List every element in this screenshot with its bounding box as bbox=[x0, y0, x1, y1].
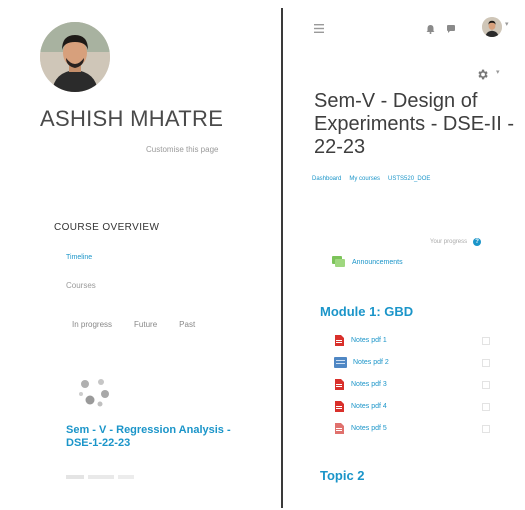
chat-icon[interactable] bbox=[446, 21, 456, 39]
profile-avatar[interactable] bbox=[40, 22, 110, 92]
pdf-icon bbox=[335, 379, 344, 390]
course-card-title[interactable]: Sem - V - Regression Analysis - DSE-1-22… bbox=[66, 424, 236, 450]
resource-item[interactable]: Notes pdf 1 bbox=[334, 335, 490, 346]
resource-label: Notes pdf 3 bbox=[351, 381, 387, 388]
resource-label: Notes pdf 1 bbox=[351, 337, 387, 344]
announcements-link[interactable]: Announcements bbox=[332, 256, 403, 268]
completion-checkbox[interactable] bbox=[482, 336, 490, 345]
announcements-label: Announcements bbox=[352, 258, 403, 266]
pdf-icon bbox=[335, 335, 344, 346]
completion-checkbox[interactable] bbox=[482, 424, 490, 433]
courses-label: Courses bbox=[66, 281, 96, 290]
resource-item[interactable]: Notes pdf 4 bbox=[334, 401, 490, 412]
customise-page-button[interactable]: Customise this page bbox=[146, 145, 218, 154]
progress-label: Your progress bbox=[430, 239, 468, 245]
bell-icon[interactable] bbox=[426, 21, 435, 39]
user-avatar[interactable] bbox=[482, 17, 502, 37]
resource-label: Notes pdf 5 bbox=[351, 425, 387, 432]
file-icon bbox=[334, 357, 347, 368]
pdf-icon bbox=[335, 423, 344, 434]
section-title[interactable]: Topic 2 bbox=[320, 468, 365, 483]
completion-checkbox[interactable] bbox=[482, 380, 490, 389]
tab-future[interactable]: Future bbox=[126, 316, 165, 333]
dashboard-panel: ASHISH MHATRE Customise this page COURSE… bbox=[0, 0, 278, 510]
course-image-icon[interactable] bbox=[76, 374, 112, 410]
help-icon[interactable]: ? bbox=[473, 238, 482, 246]
completion-checkbox[interactable] bbox=[482, 402, 490, 411]
resource-item[interactable]: Notes pdf 2 bbox=[334, 357, 490, 368]
tab-past[interactable]: Past bbox=[171, 316, 203, 333]
course-overview-heading: COURSE OVERVIEW bbox=[54, 222, 160, 233]
breadcrumb-item[interactable]: Dashboard bbox=[312, 176, 341, 182]
course-panel: ▾ ▾ Sem-V - Design of Experiments - DSE-… bbox=[286, 0, 525, 510]
pdf-icon bbox=[335, 401, 344, 412]
forum-icon bbox=[332, 256, 345, 267]
person-photo-icon bbox=[482, 17, 502, 37]
tab-in-progress[interactable]: In progress bbox=[64, 316, 120, 333]
profile-name: ASHISH MHATRE bbox=[40, 106, 224, 131]
completion-checkbox[interactable] bbox=[482, 358, 490, 367]
chevron-down-icon[interactable]: ▾ bbox=[496, 68, 500, 76]
progress-indicator: Your progress ? bbox=[430, 238, 482, 246]
resource-label: Notes pdf 4 bbox=[351, 403, 387, 410]
resource-item[interactable]: Notes pdf 5 bbox=[334, 423, 490, 434]
gear-icon[interactable] bbox=[476, 68, 489, 86]
panel-divider bbox=[281, 8, 283, 508]
resource-item[interactable]: Notes pdf 3 bbox=[334, 379, 490, 390]
menu-icon[interactable] bbox=[314, 24, 324, 36]
breadcrumb-item[interactable]: My courses bbox=[349, 176, 380, 182]
timeline-link[interactable]: Timeline bbox=[66, 254, 92, 261]
section-title[interactable]: Module 1: GBD bbox=[320, 304, 413, 319]
breadcrumb: Dashboard My courses USTS520_DOE bbox=[312, 176, 430, 182]
chevron-down-icon[interactable]: ▾ bbox=[505, 20, 509, 28]
course-filter-tabs: In progress Future Past bbox=[64, 316, 203, 333]
breadcrumb-item[interactable]: USTS520_DOE bbox=[388, 176, 430, 182]
course-card-meta bbox=[66, 474, 136, 482]
resource-label: Notes pdf 2 bbox=[353, 359, 389, 366]
person-photo-icon bbox=[40, 22, 110, 92]
page-title: Sem-V - Design of Experiments - DSE-II -… bbox=[314, 90, 515, 158]
